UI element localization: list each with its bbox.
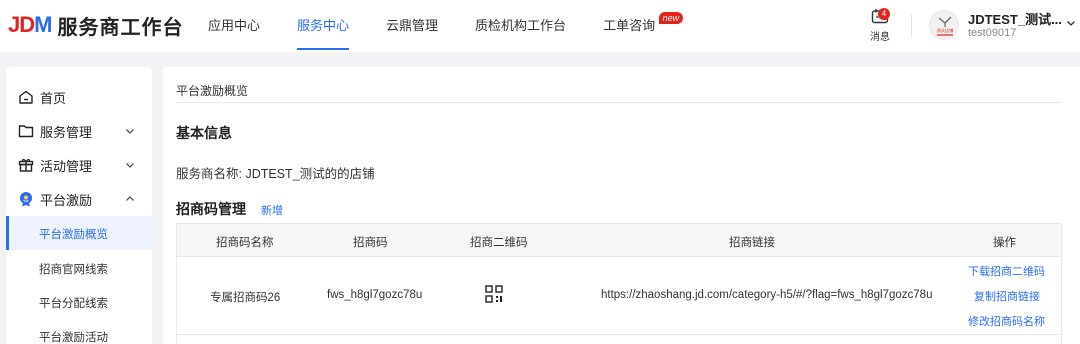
avatar[interactable]: 测试店铺 (929, 10, 959, 40)
gift-icon (18, 159, 34, 172)
nav-ticket-consult-label: 工单咨询 (603, 18, 656, 33)
sidebar-subitem-incentive-activity[interactable]: 平台激励活动 (6, 319, 152, 344)
sidebar-item-label: 服务管理 (40, 124, 93, 140)
sidebar-subitem-platform-leads[interactable]: 平台分配线索 (6, 285, 152, 319)
svg-text:测试店铺: 测试店铺 (937, 27, 954, 34)
nav-app-center[interactable]: 应用中心 (208, 0, 260, 52)
sidebar-subitem-label: 平台分配线索 (39, 298, 108, 310)
chevron-up-icon (126, 196, 134, 201)
sidebar-item-label: 平台激励 (40, 192, 93, 208)
folder-icon (18, 125, 34, 138)
basic-info-title: 基本信息 (176, 125, 232, 141)
nav-quality-inspection[interactable]: 质检机构工作台 (475, 0, 566, 52)
provider-name-value: JDTEST_测试的的店铺 (245, 167, 375, 181)
sidebar-subitem-label: 平台激励活动 (39, 332, 108, 344)
download-qr-link[interactable]: 下载招商二维码 (968, 263, 1045, 279)
message-count-badge: 4 (878, 8, 890, 20)
code-name-cell: 专属招商码26 (210, 292, 281, 304)
medal-icon (20, 192, 32, 207)
sidebar-subitem-recruit-site-leads[interactable]: 招商官网线索 (6, 251, 152, 285)
sidebar-item-service-management[interactable]: 服务管理 (6, 114, 152, 148)
sidebar-item-label: 首页 (40, 90, 67, 106)
link-cell: https://zhaoshang.jd.com/category-h5/#/?… (601, 289, 933, 301)
user-name[interactable]: JDTEST_测试... (968, 9, 1062, 28)
avatar-image: 测试店铺 (937, 16, 954, 36)
column-header: 操作 (993, 237, 1016, 249)
messages-button[interactable]: 4 消息 (860, 6, 900, 46)
nav-cloud-management[interactable]: 云鼎管理 (386, 0, 438, 52)
top-header: JDM 服务商工作台 应用中心 服务中心 云鼎管理 质检机构工作台 工单咨询 n… (0, 0, 1080, 52)
chevron-down-icon (126, 129, 134, 134)
new-badge: new (658, 12, 684, 24)
table-row: 专属招商码26 fws_h8gl7gozc78u https://zhaosha… (176, 257, 1062, 335)
table-row (176, 335, 1062, 344)
codes-section-title: 招商码管理 (176, 201, 246, 217)
provider-name-field: 服务商名称: JDTEST_测试的的店铺 (176, 163, 375, 182)
chevron-down-icon (126, 163, 134, 168)
messages-label: 消息 (870, 32, 890, 43)
header-divider (911, 14, 912, 38)
sidebar-subitem-label: 平台激励概览 (39, 229, 108, 241)
divider (176, 102, 1062, 103)
sidebar-subitem-incentive-overview[interactable]: 平台激励概览 (6, 216, 152, 250)
page-title: 平台激励概览 (176, 84, 249, 98)
column-header: 招商二维码 (470, 237, 528, 249)
nav-ticket-consult[interactable]: 工单咨询 new (603, 0, 684, 52)
user-id: test09017 (968, 27, 1017, 39)
sidebar-subitem-label: 招商官网线索 (39, 264, 108, 276)
top-nav: 应用中心 服务中心 云鼎管理 质检机构工作台 工单咨询 new (208, 0, 692, 52)
column-header: 招商码名称 (216, 237, 274, 249)
column-header: 招商码 (353, 237, 388, 249)
sidebar-item-home[interactable]: 首页 (6, 80, 152, 114)
add-code-link[interactable]: 新增 (261, 202, 283, 218)
column-header: 招商链接 (729, 237, 775, 249)
code-cell: fws_h8gl7gozc78u (327, 289, 423, 301)
sidebar-item-platform-incentive[interactable]: 平台激励 (6, 182, 152, 216)
main-content: 平台激励概览 基本信息 服务商名称: JDTEST_测试的的店铺 招商码管理 新… (163, 67, 1080, 344)
nav-service-center[interactable]: 服务中心 (297, 0, 350, 52)
qr-code-icon[interactable] (485, 285, 503, 303)
logo-mark: JDM (8, 12, 52, 37)
rename-code-link[interactable]: 修改招商码名称 (968, 313, 1045, 329)
sidebar-item-activity-management[interactable]: 活动管理 (6, 148, 152, 182)
logo[interactable]: JDM 服务商工作台 (8, 10, 183, 40)
copy-link-link[interactable]: 复制招商链接 (974, 288, 1040, 304)
provider-name-label: 服务商名称: (176, 167, 242, 181)
sidebar: 首页 服务管理 活动管理 平台激励 平台激励概览 招商官网线索 平台分配线索 平… (6, 67, 152, 344)
logo-title: 服务商工作台 (57, 16, 184, 39)
chevron-down-icon[interactable] (1066, 18, 1076, 28)
sidebar-item-label: 活动管理 (40, 158, 93, 174)
table-header: 招商码名称 招商码 招商二维码 招商链接 操作 (176, 223, 1062, 257)
home-icon (19, 90, 33, 104)
